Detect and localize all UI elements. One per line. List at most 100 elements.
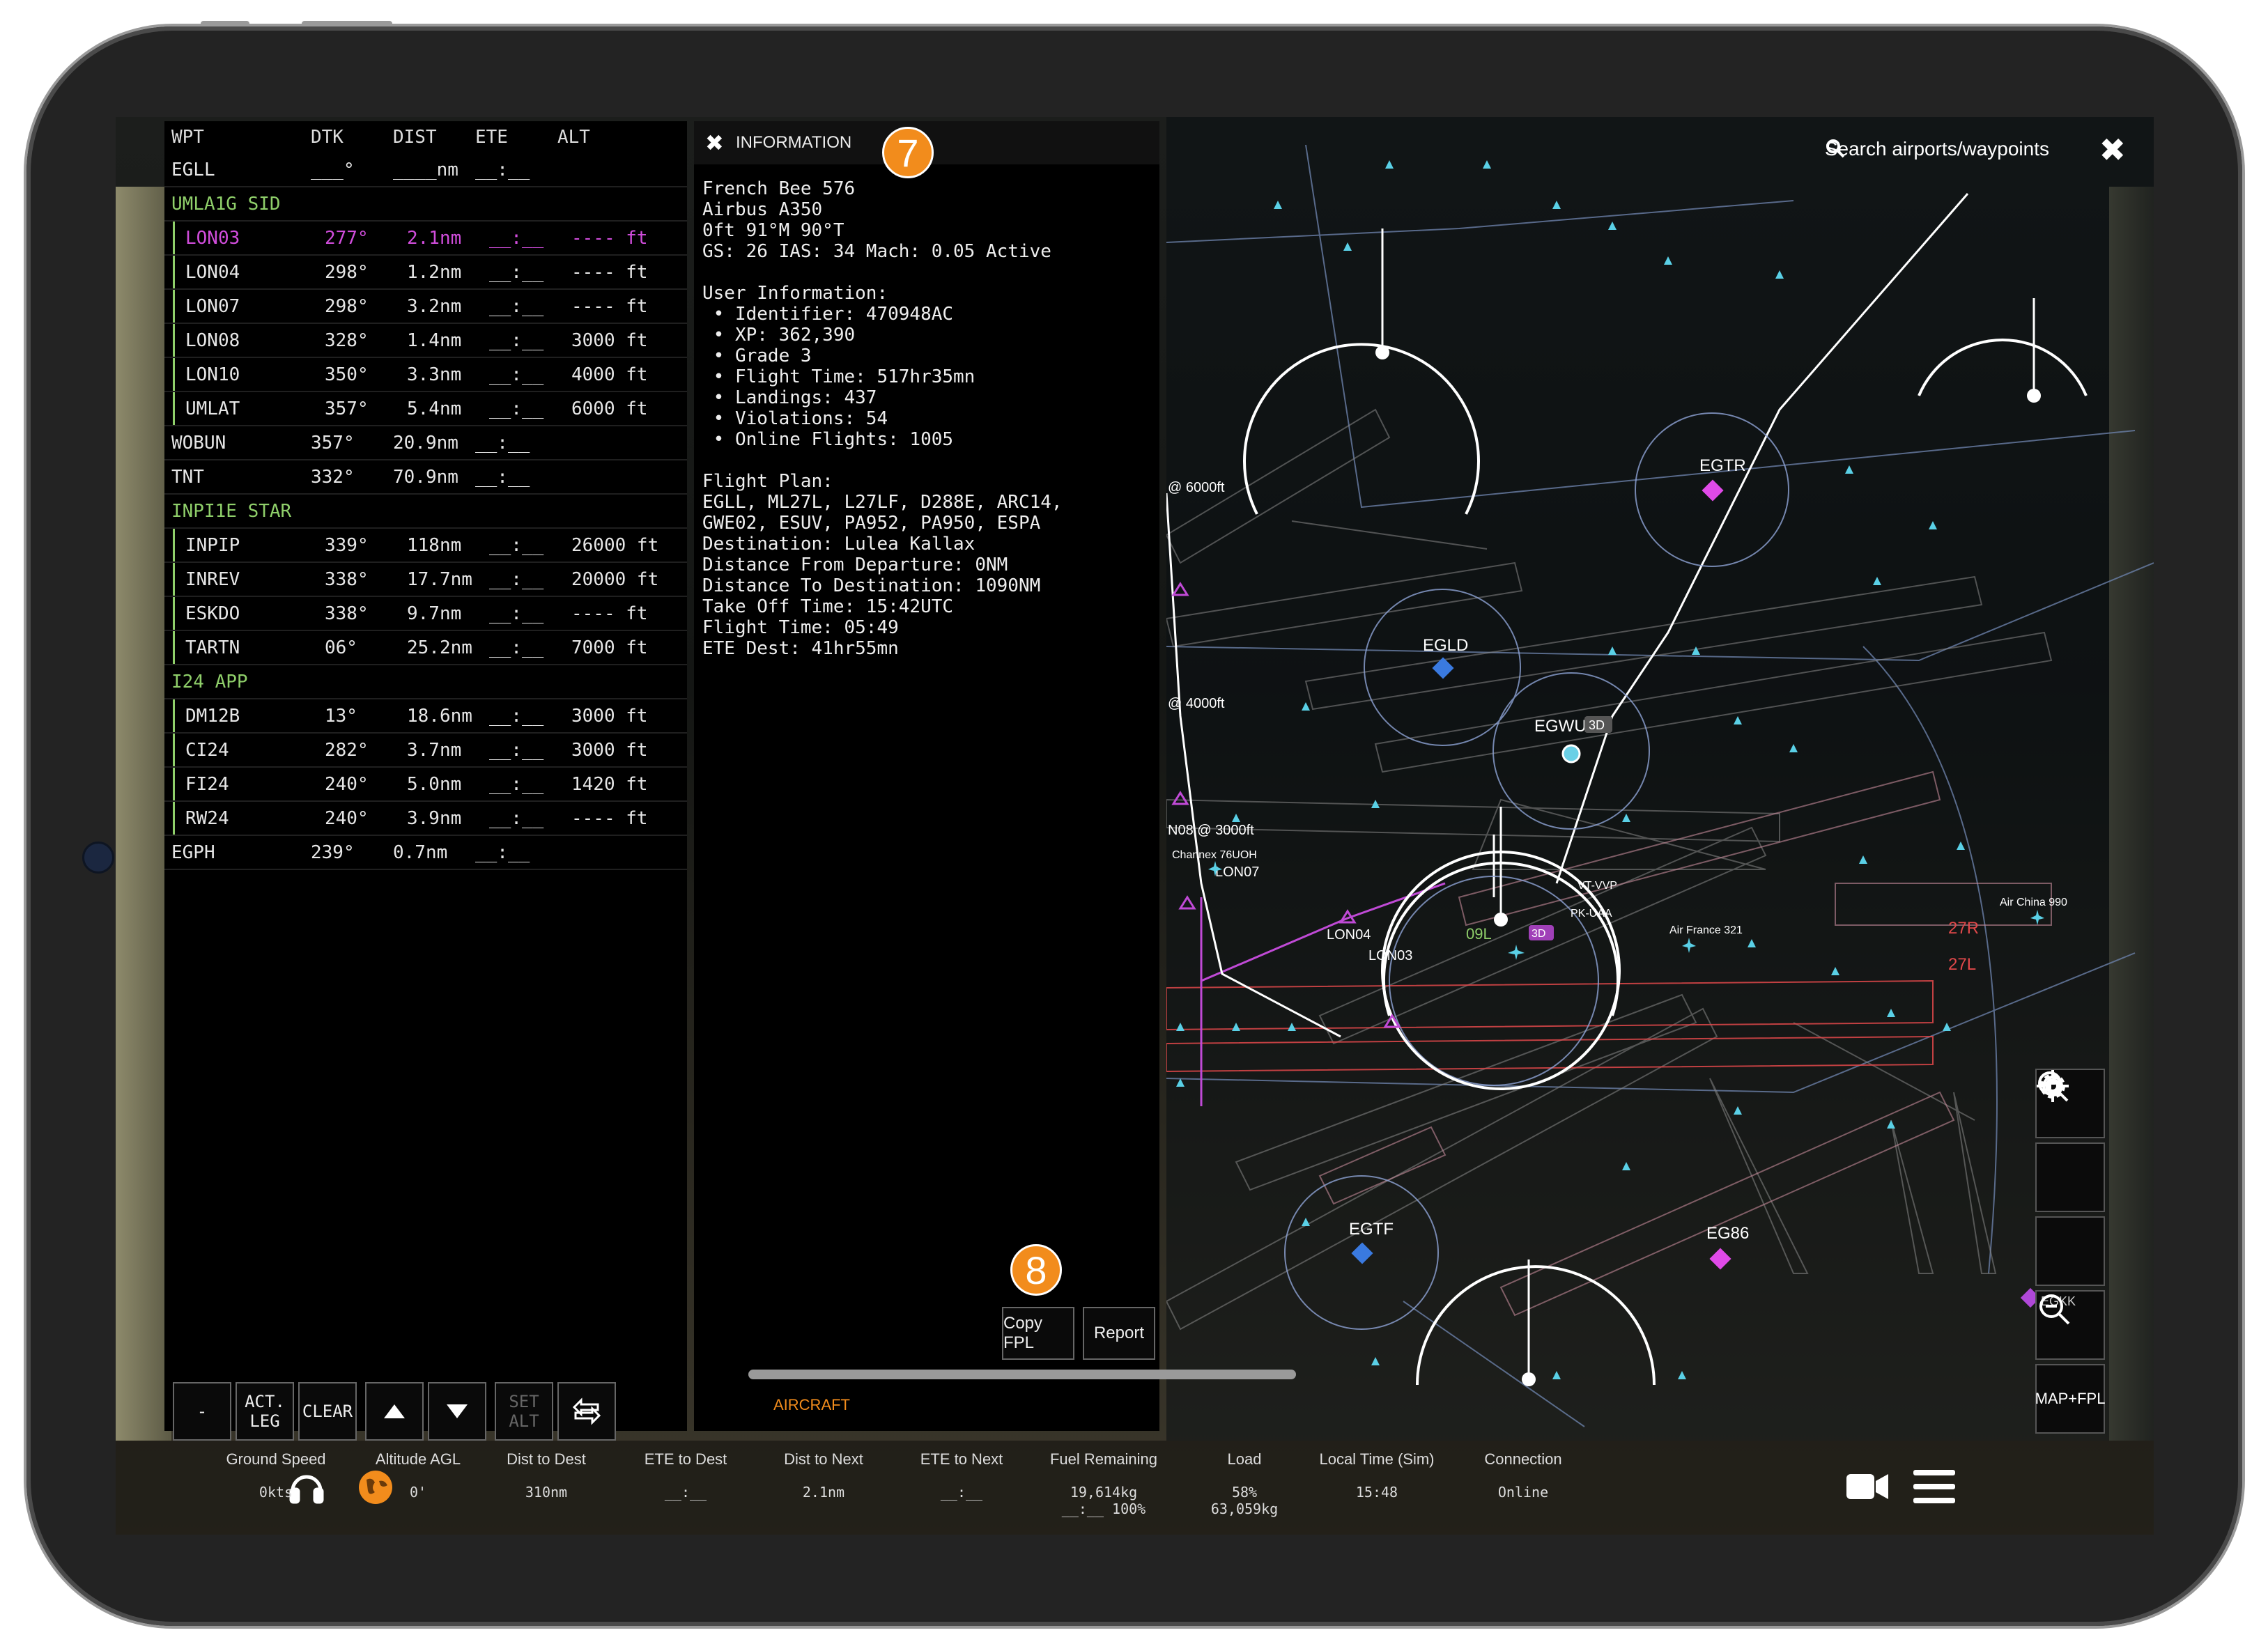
set-altitude-button[interactable]: SET ALT bbox=[495, 1382, 553, 1441]
front-camera bbox=[82, 842, 114, 874]
map-fpl-button[interactable]: MAP+FPL bbox=[2035, 1364, 2105, 1434]
fpl-waypoint-row[interactable]: WOBUN 357° 20.9nm __:__ bbox=[164, 426, 687, 460]
fpl-cell-ete: __:__ bbox=[475, 466, 530, 488]
stat-value: 2.1nm bbox=[802, 1484, 845, 1501]
fpl-cell-dist: 3.3nm bbox=[407, 364, 462, 385]
fpl-section-row[interactable]: I24 APP bbox=[164, 665, 687, 699]
fpl-cell-alt: 20000 ft bbox=[571, 568, 659, 590]
stat-fuel-remaining: Fuel Remaining 19,614kg __:__ 100% bbox=[1041, 1450, 1166, 1517]
fpl-cell-dtk: 282° bbox=[325, 739, 369, 761]
fpl-cell-wpt: EGLL bbox=[171, 159, 215, 180]
fpl-cell-alt: 3000 ft bbox=[571, 739, 648, 761]
copy-fpl-button[interactable]: Copy FPL bbox=[1002, 1307, 1074, 1360]
fpl-tree-line bbox=[173, 699, 179, 732]
move-up-button[interactable] bbox=[365, 1382, 424, 1441]
fpl-section-row[interactable]: INPI1E STAR bbox=[164, 495, 687, 529]
fpl-cell-dist: 70.9nm bbox=[393, 466, 458, 488]
camera-button[interactable] bbox=[1845, 1471, 1890, 1505]
fpl-cell-alt: ---- ft bbox=[571, 807, 648, 829]
stat-label: Dist to Dest bbox=[507, 1450, 586, 1468]
stat-value: 19,614kg __:__ 100% bbox=[1061, 1484, 1146, 1517]
fpl-section-row[interactable]: UMLA1G SID bbox=[164, 187, 687, 222]
fpl-cell-wpt: LON07 bbox=[185, 295, 240, 317]
fpl-waypoint-row[interactable]: LON07 298° 3.2nm __:__ ---- ft bbox=[164, 290, 687, 324]
search-airports-field[interactable]: Search airports/waypoints bbox=[1825, 138, 2049, 160]
fpl-cell-dist: 118nm bbox=[407, 534, 462, 556]
stat-label: Load bbox=[1227, 1450, 1262, 1468]
fpl-waypoint-row[interactable]: LON10 350° 3.3nm __:__ 4000 ft bbox=[164, 358, 687, 392]
fpl-waypoint-row[interactable]: EGLL ___° ____nm __:__ bbox=[164, 153, 687, 187]
information-title: INFORMATION bbox=[736, 133, 852, 152]
aircraft-tab[interactable]: AIRCRAFT bbox=[773, 1396, 850, 1414]
clear-button[interactable]: CLEAR bbox=[298, 1382, 357, 1441]
zoom-in-button[interactable] bbox=[2035, 1071, 2105, 1286]
runway-09l-label: 09L bbox=[1466, 925, 1492, 943]
fpl-waypoint-row[interactable]: UMLAT 357° 5.4nm __:__ 6000 ft bbox=[164, 392, 687, 426]
map-canvas[interactable]: EGTR EGLD EGWU EGTF EG86 @ 6000ft @ 4000… bbox=[1166, 117, 2154, 1441]
fpl-waypoint-row[interactable]: LON04 298° 1.2nm __:__ ---- ft bbox=[164, 256, 687, 290]
reverse-plan-button[interactable] bbox=[557, 1382, 616, 1441]
fpl-cell-dtk: 240° bbox=[325, 807, 369, 829]
info-line: GWE02, ESUV, PA952, PA950, ESPA bbox=[702, 513, 1041, 534]
zoom-out-button[interactable]: EGKK bbox=[2035, 1290, 2105, 1360]
fpl-cell-ete: __:__ bbox=[489, 807, 544, 829]
info-line: • Online Flights: 1005 bbox=[702, 429, 954, 450]
stat-ground-speed: Ground Speed 0kts bbox=[213, 1450, 339, 1501]
fpl-cell-dist: ____nm bbox=[393, 159, 458, 180]
moving-map[interactable]: EGTR EGLD EGWU EGTF EG86 @ 6000ft @ 4000… bbox=[1166, 117, 2154, 1441]
search-icon bbox=[1826, 139, 1845, 158]
fpl-cell-dtk: 298° bbox=[325, 295, 369, 317]
menu-button[interactable] bbox=[1913, 1468, 1955, 1508]
info-line: Take Off Time: 15:42UTC bbox=[702, 596, 954, 617]
fpl-cell-alt: ---- ft bbox=[571, 295, 648, 317]
fpl-waypoint-row[interactable]: LON08 328° 1.4nm __:__ 3000 ft bbox=[164, 324, 687, 358]
fpl-waypoint-row[interactable]: TARTN 06° 25.2nm __:__ 7000 ft bbox=[164, 631, 687, 665]
fpl-waypoint-row[interactable]: FI24 240° 5.0nm __:__ 1420 ft bbox=[164, 768, 687, 802]
fpl-waypoint-row[interactable]: DM12B 13° 18.6nm __:__ 3000 ft bbox=[164, 699, 687, 734]
fpl-cell-ete: __:__ bbox=[489, 705, 544, 727]
fpl-cell-dtk: 338° bbox=[325, 568, 369, 590]
header-dtk: DTK bbox=[311, 127, 344, 148]
lon04-label: LON04 bbox=[1327, 927, 1371, 943]
stat-ete-to-next: ETE to Next __:__ bbox=[899, 1450, 1024, 1501]
stat-value: 58% 63,059kg bbox=[1210, 1484, 1279, 1517]
fpl-tree-line bbox=[173, 597, 179, 630]
fpl-waypoint-row[interactable]: LON03 277° 2.1nm __:__ ---- ft bbox=[164, 222, 687, 256]
fpl-cell-dtk: 240° bbox=[325, 773, 369, 795]
activate-leg-button[interactable]: ACT. LEG bbox=[236, 1382, 294, 1441]
fpl-cell-dtk: 298° bbox=[325, 261, 369, 283]
fpl-waypoint-row[interactable]: TNT 332° 70.9nm __:__ bbox=[164, 460, 687, 495]
home-indicator[interactable] bbox=[748, 1370, 1296, 1379]
fpl-waypoint-row[interactable]: RW24 240° 3.9nm __:__ ---- ft bbox=[164, 802, 687, 836]
fpl-waypoint-row[interactable]: ESKDO 338° 9.7nm __:__ ---- ft bbox=[164, 597, 687, 631]
flight-plan-panel: WPT DTK DIST ETE ALT EGLL ___° ____nm __:__… bbox=[164, 121, 687, 1441]
stat-value: 0kts bbox=[259, 1484, 293, 1501]
fpl-waypoint-row[interactable]: EGPH 239° 0.7nm __:__ bbox=[164, 836, 687, 870]
remove-waypoint-button[interactable]: - bbox=[173, 1382, 231, 1441]
fpl-waypoint-row[interactable]: CI24 282° 3.7nm __:__ 3000 ft bbox=[164, 734, 687, 768]
fpl-waypoint-row[interactable]: INREV 338° 17.7nm __:__ 20000 ft bbox=[164, 563, 687, 597]
close-info-icon[interactable]: ✖ bbox=[694, 121, 736, 164]
info-line: EGLL, ML27L, L27LF, D288E, ARC14, bbox=[702, 492, 1063, 513]
fpl-header-row: WPT DTK DIST ETE ALT bbox=[164, 121, 687, 153]
fpl-waypoint-row[interactable]: INPIP 339° 118nm __:__ 26000 ft bbox=[164, 529, 687, 563]
info-line: • Violations: 54 bbox=[702, 408, 888, 429]
report-button[interactable]: Report bbox=[1083, 1307, 1155, 1360]
callout-badge-7: 7 bbox=[882, 127, 934, 178]
search-placeholder: Search airports/waypoints bbox=[1824, 138, 2049, 160]
fpl-tree-line bbox=[173, 256, 179, 288]
move-down-button[interactable] bbox=[428, 1382, 486, 1441]
info-line: Distance From Departure: 0NM bbox=[702, 555, 1008, 575]
close-map-icon[interactable]: ✖ bbox=[2099, 131, 2126, 169]
fpl-cell-dtk: 332° bbox=[311, 466, 355, 488]
info-line: Destination: Lulea Kallax bbox=[702, 534, 975, 555]
fpl-cell-ete: __:__ bbox=[489, 739, 544, 761]
background-hangar-wall bbox=[116, 187, 171, 1441]
fpl-cell-wpt: LON04 bbox=[185, 261, 240, 283]
info-line: • Grade 3 bbox=[702, 346, 812, 366]
fpl-cell-alt: 7000 ft bbox=[571, 637, 648, 658]
center-map-button[interactable] bbox=[2035, 1070, 2105, 1212]
stat-value: __:__ bbox=[940, 1484, 983, 1501]
fpl-cell-dist: 1.4nm bbox=[407, 330, 462, 351]
lon08-label: N08 @ 3000ft bbox=[1168, 823, 1254, 838]
